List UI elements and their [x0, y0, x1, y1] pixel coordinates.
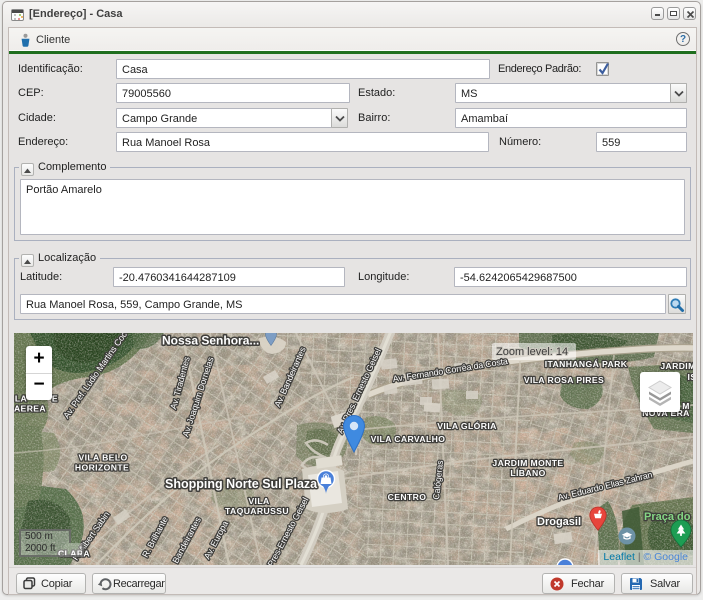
- svg-text:Nossa Senhora...: Nossa Senhora...: [162, 334, 259, 348]
- svg-text:VILA BELO: VILA BELO: [78, 453, 127, 463]
- svg-text:Av. Pref. Lúdio Martins Coc: Av. Pref. Lúdio Martins Coc: [61, 333, 129, 420]
- svg-text:M: M: [682, 401, 690, 411]
- svg-text:R. Bandeirantes: R. Bandeirantes: [165, 515, 203, 565]
- svg-text:Zoom level: 14: Zoom level: 14: [496, 346, 568, 358]
- svg-text:JARDIM MONTE: JARDIM MONTE: [492, 458, 563, 468]
- svg-text:VILA GLÓRIA: VILA GLÓRIA: [437, 420, 496, 431]
- svg-text:Av. Europa: Av. Europa: [202, 519, 231, 561]
- svg-text:Drogasil: Drogasil: [537, 516, 581, 528]
- svg-text:Calógeras: Calógeras: [431, 459, 445, 500]
- svg-text:LÍBANO: LÍBANO: [510, 468, 545, 478]
- svg-text:Shopping Norte Sul Plaza: Shopping Norte Sul Plaza: [165, 477, 318, 491]
- svg-text:VILA ROSA PIRES: VILA ROSA PIRES: [524, 375, 604, 385]
- svg-text:R. Brilhante: R. Brilhante: [140, 515, 170, 559]
- svg-text:TAQUARUSSU: TAQUARUSSU: [225, 506, 289, 516]
- svg-text:HORIZONTE: HORIZONTE: [75, 463, 129, 473]
- svg-text:CENTRO: CENTRO: [388, 492, 427, 502]
- svg-text:AEREA: AEREA: [14, 404, 46, 414]
- svg-text:Av. Bandeirantes: Av. Bandeirantes: [272, 345, 308, 409]
- svg-text:Av. Eduardo Elias Zahran: Av. Eduardo Elias Zahran: [557, 469, 654, 502]
- svg-text:ITANHANGÁ PARK: ITANHANGÁ PARK: [545, 359, 628, 369]
- svg-text:VILA: VILA: [248, 496, 269, 506]
- svg-text:VILA CARVALHO: VILA CARVALHO: [371, 434, 446, 444]
- svg-text:E: E: [52, 394, 58, 404]
- svg-text:IS: IS: [688, 372, 693, 382]
- svg-text:Av. Tiradentes: Av. Tiradentes: [168, 355, 192, 410]
- svg-text:Av. Fernando Corrêa da Costa: Av. Fernando Corrêa da Costa: [392, 356, 509, 384]
- svg-text:JARDIM: JARDIM: [660, 361, 693, 371]
